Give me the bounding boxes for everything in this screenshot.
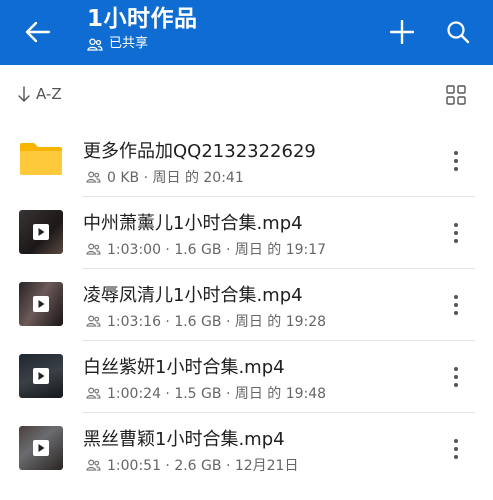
shared-label: 已共享 [109,36,149,51]
sort-bar: A-Z [0,65,493,125]
list-item[interactable]: 凌辱凤清儿1小时合集.mp4 1:03:16 · 1.6 GB · 周日 的 1… [0,269,493,341]
video-thumbnail [19,210,63,254]
people-icon [86,315,101,327]
item-meta: 0 KB · 周日 的 20:41 [86,167,244,187]
item-meta-text: 1:03:00 · 1.6 GB · 周日 的 19:17 [107,242,327,258]
list-item[interactable]: 白丝紫妍1小时合集.mp4 1:00:24 · 1.5 GB · 周日 的 19… [0,341,493,413]
arrow-down-icon [18,86,30,102]
page-title: 1小时作品 [87,6,198,32]
people-icon [86,243,101,255]
list-item[interactable]: 中州萧薰儿1小时合集.mp4 1:03:00 · 1.6 GB · 周日 的 1… [0,197,493,269]
play-icon [33,224,49,240]
more-options-button[interactable] [446,217,466,249]
more-options-button[interactable] [446,145,466,177]
search-icon [447,21,470,44]
item-name: 黑丝曹颖1小时合集.mp4 [83,429,285,450]
play-icon [33,296,49,312]
file-list: 更多作品加QQ2132322629 0 KB · 周日 的 20:41 中州萧薰… [0,125,493,485]
more-options-button[interactable] [446,361,466,393]
people-icon [87,38,103,51]
more-icon [454,223,458,227]
item-name: 白丝紫妍1小时合集.mp4 [83,357,285,378]
list-item[interactable]: 黑丝曹颖1小时合集.mp4 1:00:51 · 2.6 GB · 12月21日 [0,413,493,485]
play-icon [33,368,49,384]
grid-view-icon [446,85,466,105]
more-icon [454,295,458,299]
add-button[interactable] [384,14,420,50]
play-icon [33,440,49,456]
item-name: 更多作品加QQ2132322629 [83,141,316,162]
people-icon [86,387,101,399]
more-icon [454,367,458,371]
arrow-left-icon [25,21,51,43]
item-meta: 1:00:24 · 1.5 GB · 周日 的 19:48 [86,383,326,403]
app-bar: 1小时作品 已共享 [0,0,493,65]
item-meta-text: 0 KB · 周日 的 20:41 [107,170,244,186]
item-name: 凌辱凤清儿1小时合集.mp4 [83,285,303,306]
people-icon [86,171,101,183]
video-thumbnail [19,354,63,398]
item-meta: 1:00:51 · 2.6 GB · 12月21日 [86,455,298,475]
more-icon [454,439,458,443]
plus-icon [390,20,414,44]
item-meta: 1:03:00 · 1.6 GB · 周日 的 19:17 [86,239,326,259]
video-thumbnail [19,282,63,326]
sort-button[interactable]: A-Z [18,85,62,103]
more-options-button[interactable] [446,289,466,321]
more-icon [454,151,458,155]
search-button[interactable] [440,14,476,50]
sort-label: A-Z [36,85,62,103]
item-meta-text: 1:03:16 · 1.6 GB · 周日 的 19:28 [107,314,327,330]
item-name: 中州萧薰儿1小时合集.mp4 [83,213,303,234]
title-block: 1小时作品 已共享 [87,4,198,52]
list-item[interactable]: 更多作品加QQ2132322629 0 KB · 周日 的 20:41 [0,125,493,197]
video-thumbnail [19,426,63,470]
more-options-button[interactable] [446,433,466,465]
item-meta: 1:03:16 · 1.6 GB · 周日 的 19:28 [86,311,326,331]
item-meta-text: 1:00:51 · 2.6 GB · 12月21日 [107,458,299,474]
folder-icon [20,143,62,175]
shared-status: 已共享 [87,36,198,52]
back-button[interactable] [18,14,58,50]
item-meta-text: 1:00:24 · 1.5 GB · 周日 的 19:48 [107,386,327,402]
people-icon [86,459,101,471]
view-toggle-button[interactable] [444,83,470,109]
